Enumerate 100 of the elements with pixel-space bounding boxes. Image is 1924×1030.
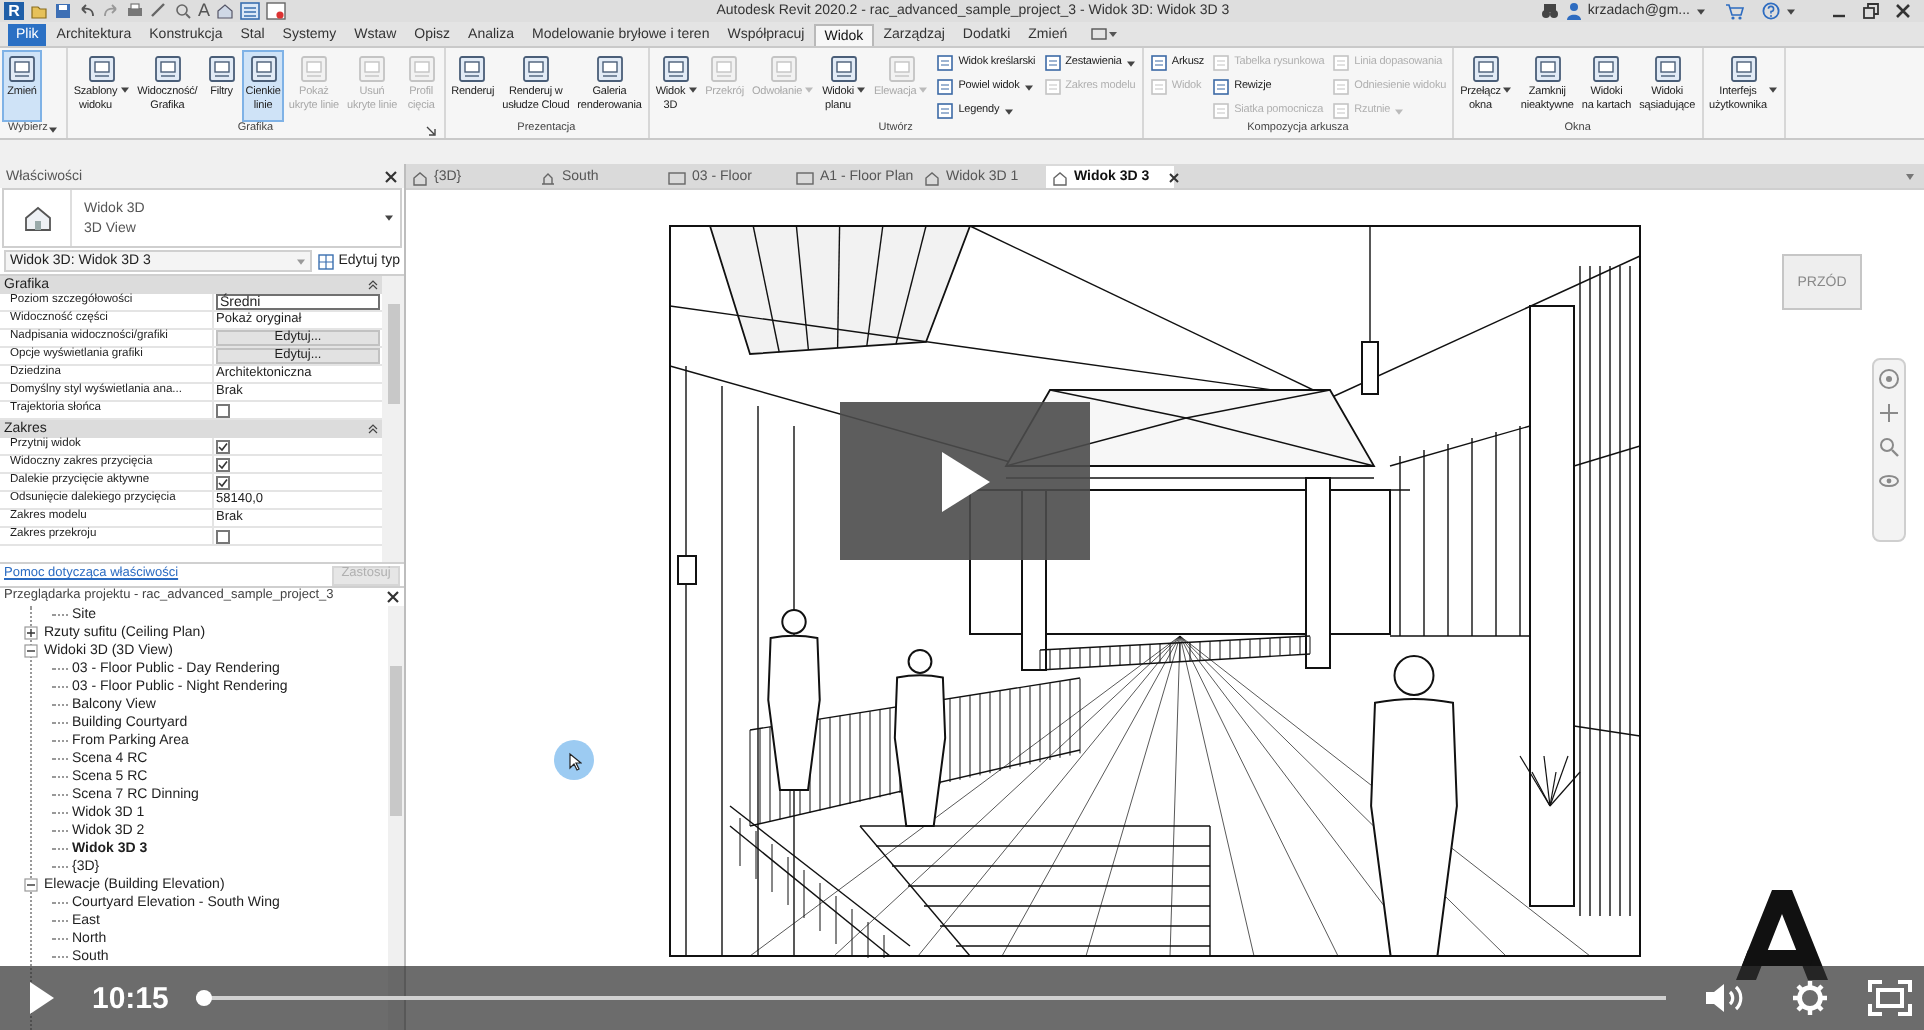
progress-thumb[interactable] xyxy=(196,990,213,1006)
save-icon[interactable] xyxy=(54,2,72,20)
fullscreen-icon[interactable] xyxy=(1868,980,1913,1016)
checkbox[interactable] xyxy=(216,403,230,417)
panel-icon xyxy=(660,54,693,84)
checkbox[interactable] xyxy=(216,529,230,543)
panel-icon xyxy=(456,54,489,84)
caret-icon xyxy=(47,126,58,135)
house-icon xyxy=(1052,169,1068,185)
playback-time: 10:15 xyxy=(92,983,169,1013)
printer-icon[interactable] xyxy=(126,2,144,20)
play-icon xyxy=(939,449,991,513)
caret-icon xyxy=(804,86,815,94)
panel-icon xyxy=(1531,54,1564,84)
zoom-icon[interactable] xyxy=(1878,436,1900,458)
cart-icon[interactable] xyxy=(1724,2,1744,20)
sheet-icon xyxy=(936,102,955,120)
panel-icon xyxy=(205,54,238,84)
close-icon[interactable] xyxy=(386,590,400,604)
panel-icon xyxy=(708,54,741,84)
caret-icon xyxy=(1786,7,1796,15)
orbit-icon[interactable] xyxy=(1878,470,1900,492)
sheet-icon xyxy=(1332,78,1351,96)
panel-icon xyxy=(1470,54,1503,84)
app-logo[interactable]: R xyxy=(4,2,24,20)
sheet-icon xyxy=(1149,78,1168,96)
magnifier-icon[interactable] xyxy=(174,2,192,20)
collapse-icon[interactable] xyxy=(24,644,38,658)
close-icon[interactable] xyxy=(1167,171,1180,183)
caret-icon xyxy=(296,257,307,265)
sheet-icon xyxy=(1212,54,1231,72)
scrollbar[interactable] xyxy=(382,276,404,562)
sheet-icon xyxy=(1332,102,1351,120)
panel-icon xyxy=(593,54,626,84)
pan-icon[interactable] xyxy=(1878,402,1900,424)
caret-icon[interactable] xyxy=(1904,172,1916,182)
panel-icon xyxy=(356,54,389,84)
cursor-icon xyxy=(568,752,582,772)
panel-icon xyxy=(151,54,184,84)
sheet-icon xyxy=(1212,102,1231,120)
checkbox[interactable] xyxy=(216,439,230,453)
elevation-icon xyxy=(540,169,556,185)
sheet-icon xyxy=(1043,54,1062,72)
caret-icon xyxy=(1768,86,1779,94)
sheet-icon xyxy=(1149,54,1168,72)
panel-icon xyxy=(6,54,38,84)
text-tool[interactable]: A xyxy=(198,2,211,20)
panel-icon xyxy=(247,54,280,84)
person-icon[interactable] xyxy=(1565,2,1582,20)
caret-icon xyxy=(1003,107,1014,115)
restore-icon[interactable] xyxy=(1862,2,1880,20)
panel-icon xyxy=(1651,54,1684,84)
steering-wheel-icon[interactable] xyxy=(1878,368,1900,390)
sheet-icon xyxy=(1332,54,1351,72)
window-icon[interactable] xyxy=(266,2,287,20)
collapse-icon[interactable] xyxy=(24,878,38,892)
play-icon xyxy=(28,980,56,1016)
close-icon[interactable] xyxy=(1894,2,1912,20)
list-icon[interactable] xyxy=(240,2,261,20)
caret-icon xyxy=(1696,7,1706,15)
panel-icon xyxy=(1727,54,1760,84)
play-button[interactable] xyxy=(840,402,1090,560)
checkbox[interactable] xyxy=(216,457,230,471)
caret-icon xyxy=(918,86,929,94)
caret-icon xyxy=(1125,59,1136,67)
panel-icon xyxy=(405,54,438,84)
caret-icon xyxy=(1023,83,1034,91)
caret-icon xyxy=(1502,86,1513,94)
launcher-icon[interactable] xyxy=(425,125,436,136)
panel-icon xyxy=(885,54,918,84)
grid-icon xyxy=(318,253,335,269)
collapse-icon xyxy=(368,424,378,434)
caret-icon xyxy=(855,86,866,94)
panel-icon xyxy=(767,54,800,84)
help-icon[interactable] xyxy=(1762,2,1780,20)
panel-icon xyxy=(85,54,118,84)
sheet-icon xyxy=(936,78,955,96)
undo-icon[interactable] xyxy=(78,2,96,20)
panel-toggle-icon[interactable] xyxy=(1089,26,1118,42)
caret-icon xyxy=(1394,107,1405,115)
caret-icon xyxy=(384,214,394,222)
expand-icon[interactable] xyxy=(24,626,38,640)
panel-icon xyxy=(1590,54,1623,84)
house-icon xyxy=(924,169,940,185)
plan-icon xyxy=(796,169,814,185)
sheet-icon xyxy=(1212,78,1231,96)
binoculars-icon[interactable] xyxy=(1539,2,1560,20)
caret-icon xyxy=(119,86,130,94)
house-icon xyxy=(21,204,53,232)
sheet-icon xyxy=(936,54,955,72)
plan-icon xyxy=(668,169,686,185)
close-icon[interactable] xyxy=(384,169,398,183)
checkbox[interactable] xyxy=(216,475,230,489)
progress-track[interactable] xyxy=(196,990,1667,1006)
collapse-icon xyxy=(368,280,378,290)
ruler-icon[interactable] xyxy=(150,2,168,20)
panel-icon xyxy=(519,54,552,84)
settings-icon[interactable] xyxy=(1792,980,1829,1016)
house-icon xyxy=(412,169,428,185)
panel-icon xyxy=(297,54,330,84)
